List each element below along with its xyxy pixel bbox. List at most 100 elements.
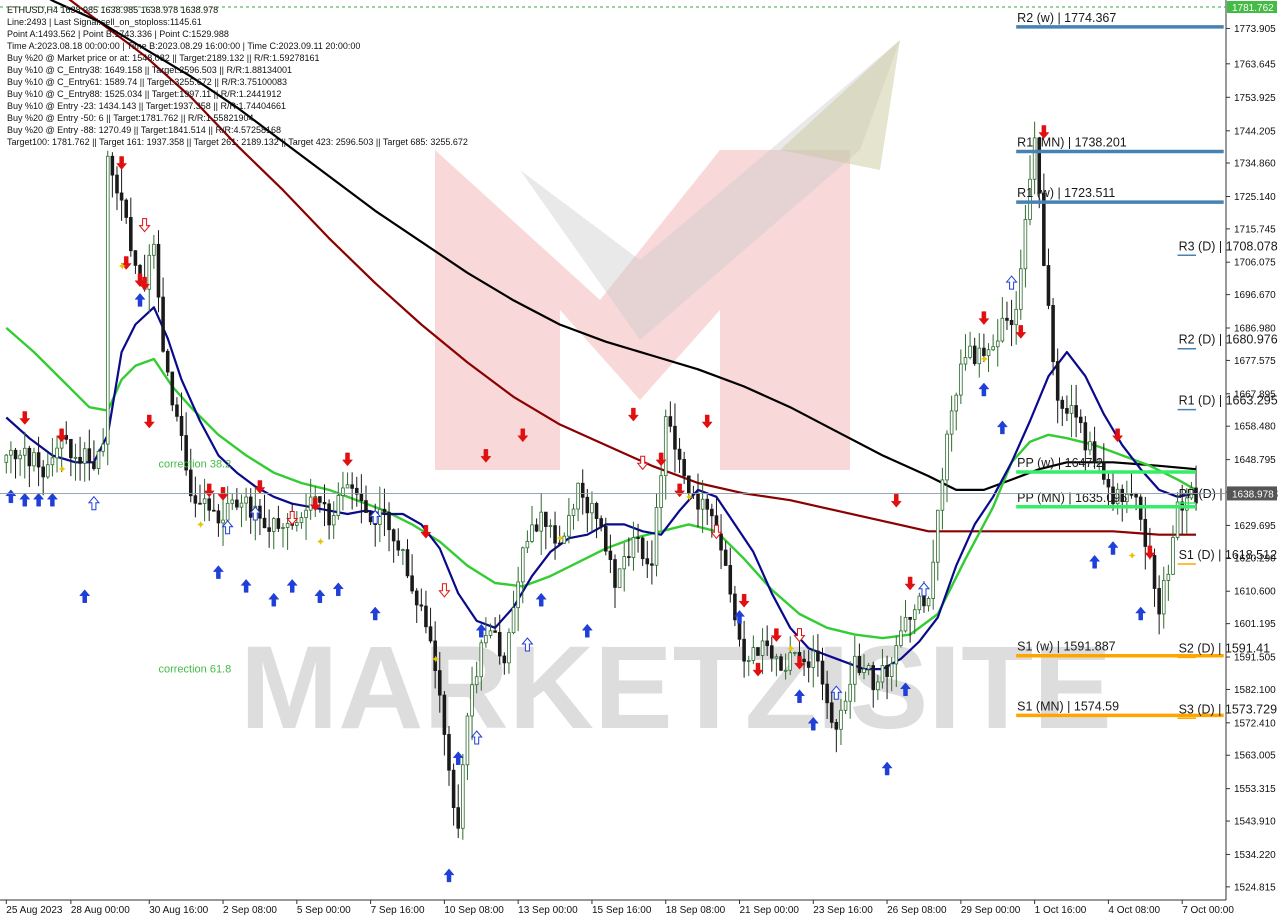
sell-arrow-icon bbox=[904, 576, 916, 591]
y-tick-label: 1591.505 bbox=[1234, 653, 1276, 664]
candle-body bbox=[544, 511, 548, 527]
candle-body bbox=[428, 626, 433, 642]
candle-body bbox=[853, 655, 857, 685]
candle-body bbox=[622, 556, 627, 570]
candle-body bbox=[705, 498, 710, 510]
candle-body bbox=[645, 558, 650, 565]
candle-body bbox=[534, 524, 539, 532]
x-tick-label: 10 Sep 08:00 bbox=[444, 905, 504, 916]
candle-body bbox=[248, 496, 253, 518]
candle-body bbox=[442, 694, 447, 735]
hollow-buy-arrow-icon bbox=[917, 582, 931, 597]
candle-body bbox=[1143, 518, 1148, 547]
candle-body bbox=[751, 647, 756, 661]
candle-body bbox=[889, 663, 894, 677]
candle-body bbox=[295, 522, 299, 526]
x-tick-label: 2 Sep 08:00 bbox=[223, 905, 277, 916]
candle-body bbox=[760, 640, 765, 656]
candle-body bbox=[603, 526, 608, 552]
candle-body bbox=[700, 498, 705, 510]
candle-body bbox=[862, 668, 866, 673]
candle-body bbox=[1009, 319, 1014, 326]
candle-body bbox=[313, 496, 318, 498]
candle-body bbox=[576, 482, 580, 510]
candle-body bbox=[585, 496, 590, 514]
candle-body bbox=[834, 722, 839, 730]
y-tick-label: 1773.905 bbox=[1234, 24, 1276, 35]
candle-body bbox=[659, 475, 663, 508]
candle-body bbox=[894, 645, 899, 665]
candle-body bbox=[1166, 573, 1171, 581]
star-icon: ✦ bbox=[58, 463, 67, 476]
x-tick-label: 13 Sep 00:00 bbox=[518, 905, 578, 916]
candle-body bbox=[816, 650, 820, 662]
candle-body bbox=[350, 484, 354, 489]
candle-body bbox=[230, 499, 235, 504]
candle-body bbox=[1060, 399, 1065, 409]
candle-body bbox=[710, 508, 714, 517]
x-tick-label: 7 Sep 16:00 bbox=[371, 905, 425, 916]
x-tick-label: 29 Sep 00:00 bbox=[961, 905, 1021, 916]
candle-body bbox=[567, 515, 571, 537]
candle-body bbox=[235, 499, 239, 508]
x-tick-label: 30 Aug 16:00 bbox=[149, 905, 208, 916]
candle-body bbox=[940, 479, 945, 511]
candle-body bbox=[152, 243, 156, 256]
candle-body bbox=[959, 363, 963, 396]
candle-body bbox=[327, 503, 331, 526]
candle-body bbox=[1078, 416, 1083, 424]
candle-body bbox=[105, 155, 110, 445]
candle-body bbox=[96, 450, 101, 469]
candle-body bbox=[811, 650, 816, 668]
hollow-buy-arrow-icon bbox=[1005, 275, 1018, 290]
candle-body bbox=[627, 556, 631, 558]
candle-body bbox=[1152, 555, 1157, 589]
buy-arrow-icon bbox=[996, 420, 1008, 435]
candle-body bbox=[839, 709, 843, 730]
candle-body bbox=[1106, 478, 1111, 488]
candle-body bbox=[405, 549, 410, 577]
candle-body bbox=[945, 433, 949, 481]
sell-arrow-icon bbox=[217, 487, 229, 501]
x-tick-label: 25 Aug 2023 bbox=[6, 905, 63, 916]
candle-body bbox=[1171, 536, 1175, 575]
sell-arrow-icon bbox=[1015, 325, 1027, 339]
candle-body bbox=[1019, 268, 1023, 310]
candle-body bbox=[133, 250, 138, 266]
candle-body bbox=[124, 199, 128, 218]
y-tick-label: 1610.600 bbox=[1234, 587, 1276, 598]
candle-body bbox=[774, 656, 779, 659]
buy-arrow-icon bbox=[443, 868, 455, 883]
info-line: Buy %20 @ Entry -50: 6 || Target:1781.76… bbox=[7, 113, 254, 123]
candle-body bbox=[493, 630, 497, 633]
candle-body bbox=[101, 443, 105, 452]
candle-body bbox=[87, 448, 92, 463]
buy-arrow-icon bbox=[314, 589, 326, 603]
candle-body bbox=[391, 529, 396, 542]
candle-body bbox=[156, 243, 161, 298]
x-tick-label: 18 Sep 08:00 bbox=[666, 905, 726, 916]
candle-body bbox=[1042, 192, 1046, 266]
info-line: Point A:1493.562 | Point B:1743.336 | Po… bbox=[7, 29, 229, 39]
candle-body bbox=[991, 346, 995, 351]
candle-body bbox=[650, 563, 654, 566]
level-label: S1 (w) | 1591.887 bbox=[1017, 640, 1115, 654]
candle-body bbox=[590, 502, 594, 514]
level-label: R1 (MN) | 1738.201 bbox=[1017, 135, 1127, 149]
candle-body bbox=[364, 500, 368, 513]
candle-body bbox=[668, 416, 673, 427]
y-tick-label: 1725.140 bbox=[1234, 192, 1276, 203]
candle-body bbox=[308, 496, 313, 511]
info-line: Time A:2023.08.18 00:00:00 | Time B:2023… bbox=[7, 41, 361, 51]
candle-body bbox=[4, 454, 9, 463]
candle-body bbox=[484, 635, 488, 644]
candle-body bbox=[456, 807, 460, 829]
level-label: R3 (D) | 1708.078 bbox=[1179, 239, 1278, 253]
candle-body bbox=[931, 561, 935, 599]
y-tick-label: 1543.910 bbox=[1234, 817, 1276, 828]
candle-body bbox=[848, 683, 852, 702]
candle-body bbox=[437, 670, 442, 696]
candle-body bbox=[336, 495, 341, 516]
candle-body bbox=[825, 683, 829, 704]
candle-body bbox=[926, 598, 931, 607]
